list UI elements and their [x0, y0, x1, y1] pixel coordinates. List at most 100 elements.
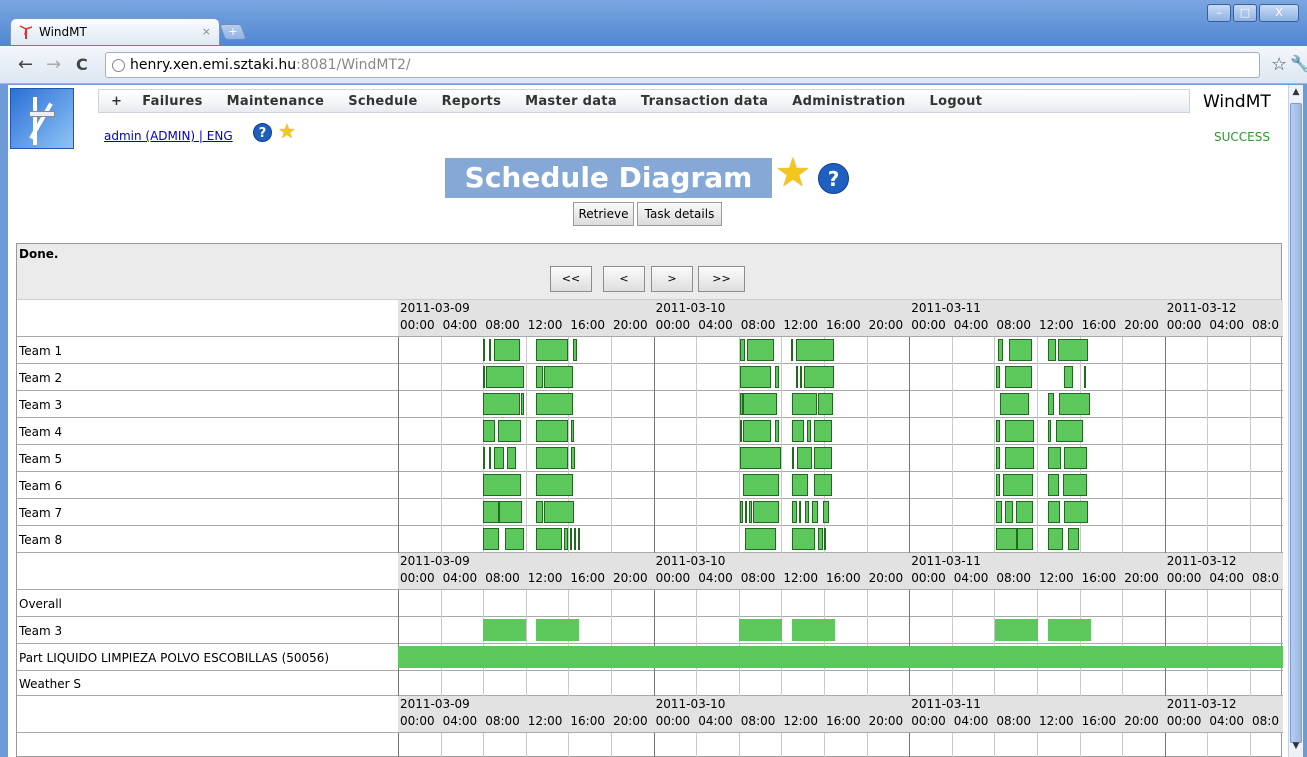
- prev-page-button[interactable]: <: [603, 266, 645, 292]
- task-bar[interactable]: [1005, 366, 1032, 388]
- first-page-button[interactable]: <<: [550, 266, 592, 292]
- menu-item-master-data[interactable]: Master data: [525, 94, 617, 109]
- task-bar[interactable]: [536, 339, 568, 361]
- task-bar[interactable]: [814, 420, 832, 442]
- task-bar[interactable]: [536, 501, 543, 523]
- task-bar[interactable]: [1005, 420, 1034, 442]
- last-page-button[interactable]: >>: [698, 266, 745, 292]
- address-bar[interactable]: henry.xen.emi.sztaki.hu:8081/WindMT2/: [105, 52, 1260, 78]
- task-bar[interactable]: [483, 447, 485, 469]
- menu-item-logout[interactable]: Logout: [930, 94, 983, 109]
- task-bar[interactable]: [740, 420, 742, 442]
- task-bar[interactable]: [494, 447, 504, 469]
- task-bar[interactable]: [805, 501, 809, 523]
- task-bar[interactable]: [578, 528, 580, 550]
- menu-item-administration[interactable]: Administration: [792, 94, 905, 109]
- task-bar[interactable]: [797, 447, 812, 469]
- task-bar[interactable]: [739, 619, 782, 641]
- maximize-button[interactable]: □: [1233, 4, 1257, 22]
- task-bar[interactable]: [823, 501, 829, 523]
- help-icon[interactable]: ?: [253, 123, 272, 142]
- task-bar[interactable]: [398, 646, 1283, 668]
- task-bar[interactable]: [1056, 420, 1083, 442]
- close-window-button[interactable]: X: [1259, 4, 1299, 22]
- task-bar[interactable]: [1048, 393, 1054, 415]
- menu-item-failures[interactable]: Failures: [142, 94, 202, 109]
- task-bar[interactable]: [1017, 528, 1033, 550]
- task-bar[interactable]: [564, 528, 568, 550]
- task-bar[interactable]: [799, 501, 801, 523]
- task-bar[interactable]: [1084, 366, 1086, 388]
- task-bar[interactable]: [792, 393, 817, 415]
- task-bar[interactable]: [796, 339, 834, 361]
- browser-tab[interactable]: WindMT ×: [10, 18, 220, 45]
- menu-item-transaction-data[interactable]: Transaction data: [641, 94, 768, 109]
- task-bar[interactable]: [544, 501, 574, 523]
- task-bar[interactable]: [1059, 393, 1090, 415]
- task-bar[interactable]: [743, 420, 771, 442]
- new-tab-button[interactable]: +: [219, 24, 247, 40]
- task-bar[interactable]: [536, 447, 568, 469]
- task-bar[interactable]: [1068, 528, 1079, 550]
- scrollbar-thumb[interactable]: [1290, 103, 1302, 743]
- task-bar[interactable]: [483, 474, 521, 496]
- task-bar[interactable]: [536, 474, 573, 496]
- task-bar[interactable]: [1048, 528, 1063, 550]
- task-bar[interactable]: [745, 528, 776, 550]
- wrench-icon[interactable]: 🔧: [1290, 54, 1307, 73]
- task-bar[interactable]: [807, 420, 811, 442]
- task-bar[interactable]: [571, 420, 574, 442]
- task-bar[interactable]: [740, 366, 771, 388]
- task-bar[interactable]: [996, 528, 1017, 550]
- task-bar[interactable]: [498, 420, 521, 442]
- task-bar[interactable]: [1048, 619, 1091, 641]
- task-bar[interactable]: [1016, 501, 1033, 523]
- menu-plus-button[interactable]: +: [111, 94, 122, 109]
- task-bar[interactable]: [1005, 447, 1034, 469]
- bookmark-star-icon[interactable]: ☆: [1271, 54, 1287, 75]
- page-scrollbar[interactable]: ▲ ▼: [1288, 85, 1303, 757]
- task-bar[interactable]: [536, 528, 562, 550]
- task-bar[interactable]: [800, 366, 802, 388]
- task-bar[interactable]: [1058, 339, 1088, 361]
- task-bar[interactable]: [996, 447, 1000, 469]
- task-bar[interactable]: [740, 447, 781, 469]
- task-bar[interactable]: [745, 501, 747, 523]
- menu-item-maintenance[interactable]: Maintenance: [227, 94, 325, 109]
- task-bar[interactable]: [505, 528, 524, 550]
- task-bar[interactable]: [483, 420, 495, 442]
- task-bar[interactable]: [796, 366, 798, 388]
- task-bar[interactable]: [1048, 447, 1061, 469]
- task-bar[interactable]: [753, 501, 779, 523]
- task-bar[interactable]: [483, 366, 485, 388]
- task-bar[interactable]: [824, 528, 826, 550]
- task-bar[interactable]: [574, 528, 576, 550]
- task-bar[interactable]: [792, 619, 835, 641]
- task-bar[interactable]: [995, 619, 1038, 641]
- task-bar[interactable]: [1064, 447, 1087, 469]
- task-bar[interactable]: [494, 339, 520, 361]
- task-bar[interactable]: [996, 366, 1000, 388]
- task-bar[interactable]: [1003, 474, 1033, 496]
- task-bar[interactable]: [483, 501, 499, 523]
- title-favorite-star-icon[interactable]: ★: [775, 151, 811, 195]
- task-bar[interactable]: [740, 501, 743, 523]
- forward-button[interactable]: →: [46, 54, 61, 76]
- task-bar[interactable]: [489, 447, 491, 469]
- scroll-up-icon[interactable]: ▲: [1290, 87, 1302, 101]
- task-bar[interactable]: [792, 501, 797, 523]
- user-link[interactable]: admin (ADMIN) | ENG: [104, 129, 233, 143]
- task-bar[interactable]: [743, 393, 777, 415]
- task-details-button[interactable]: Task details: [637, 202, 722, 226]
- task-bar[interactable]: [1048, 339, 1056, 361]
- task-bar[interactable]: [536, 393, 573, 415]
- menu-item-reports[interactable]: Reports: [442, 94, 502, 109]
- task-bar[interactable]: [804, 366, 834, 388]
- task-bar[interactable]: [483, 528, 499, 550]
- task-bar[interactable]: [818, 528, 823, 550]
- task-bar[interactable]: [1048, 420, 1051, 442]
- task-bar[interactable]: [499, 501, 522, 523]
- task-bar[interactable]: [571, 447, 575, 469]
- retrieve-button[interactable]: Retrieve: [573, 202, 634, 226]
- task-bar[interactable]: [818, 393, 833, 415]
